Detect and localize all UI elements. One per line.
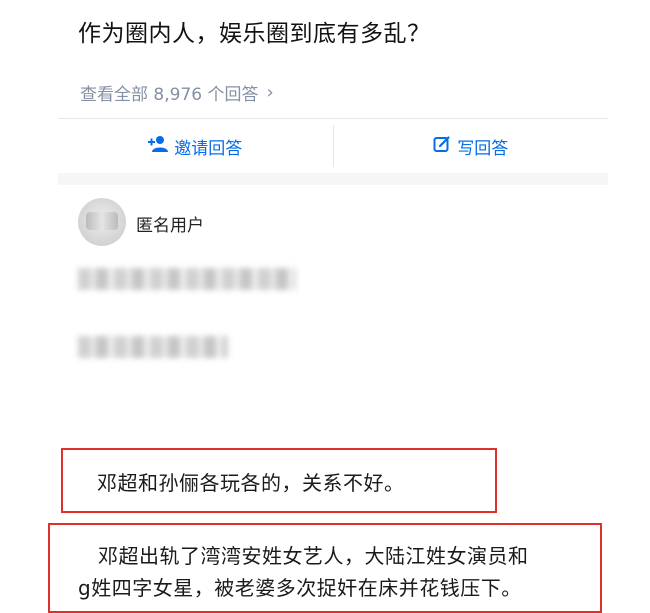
invite-answer-label: 邀请回答 xyxy=(174,138,243,159)
view-all-label: 查看全部 8,976 个回答 xyxy=(80,85,259,105)
view-all-answers-link[interactable]: 查看全部 8,976 个回答 › xyxy=(80,80,274,105)
blurred-text-line xyxy=(78,268,296,290)
chevron-right-icon: › xyxy=(266,82,274,103)
add-person-icon xyxy=(148,135,169,158)
author-name[interactable]: 匿名用户 xyxy=(136,211,204,236)
section-divider xyxy=(58,173,608,185)
write-answer-label: 写回答 xyxy=(457,138,509,159)
answer-text-line: 邓超出轨了湾湾安姓女艺人，大陆江姓女演员和 xyxy=(98,544,529,568)
action-bar: 邀请回答 写回答 xyxy=(58,118,608,174)
write-answer-button[interactable]: 写回答 xyxy=(334,119,609,173)
anonymous-avatar[interactable] xyxy=(78,198,126,246)
blurred-text-line xyxy=(78,336,228,358)
avatar-mask-icon xyxy=(86,212,118,230)
question-title: 作为圈内人，娱乐圈到底有多乱？ xyxy=(78,21,431,47)
answer-text-line: g姓四字女星，被老婆多次捉奸在床并花钱压下。 xyxy=(78,576,522,600)
answer-text-line: 邓超和孙俪各玩各的，关系不好。 xyxy=(97,471,405,495)
edit-icon xyxy=(433,135,451,158)
invite-answer-button[interactable]: 邀请回答 xyxy=(58,119,333,173)
